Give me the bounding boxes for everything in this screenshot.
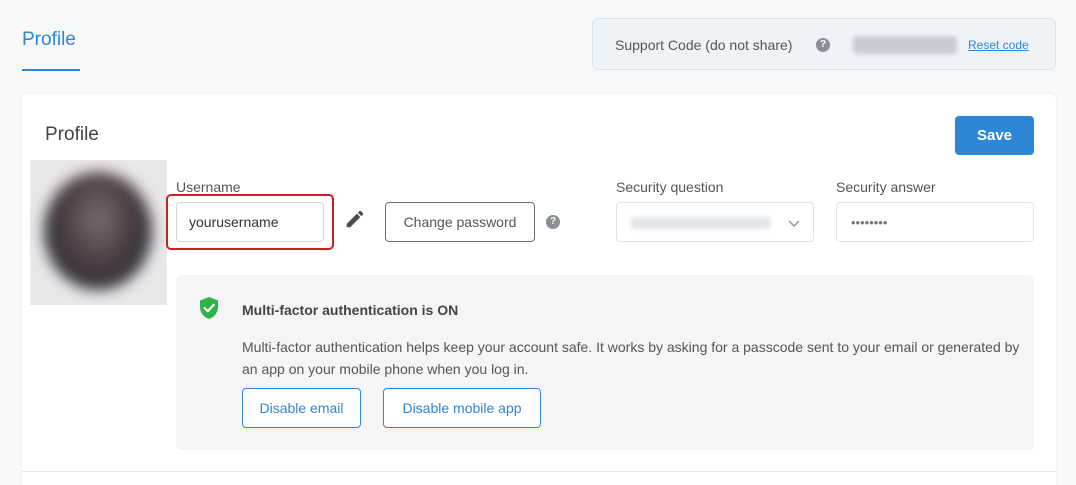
security-question-label: Security question [616,179,724,195]
support-code-panel: Support Code (do not share) ? Reset code [592,18,1056,70]
mfa-status-title: Multi-factor authentication is ON [242,302,459,318]
disable-mobile-app-button[interactable]: Disable mobile app [383,388,541,428]
mfa-panel: Multi-factor authentication is ON Multi-… [176,275,1034,450]
username-label: Username [176,179,241,195]
shield-check-icon [200,297,218,319]
help-icon[interactable]: ? [816,38,830,52]
profile-card: Profile Save Username Change password ? … [22,94,1056,485]
mfa-description: Multi-factor authentication helps keep y… [242,339,1020,377]
help-icon[interactable]: ? [546,215,560,229]
security-answer-label: Security answer [836,179,936,195]
avatar[interactable] [30,160,167,305]
avatar-image-blurred [44,172,152,290]
save-button[interactable]: Save [955,116,1034,155]
change-password-button[interactable]: Change password [385,202,535,242]
card-title: Profile [45,124,99,145]
support-code-label: Support Code (do not share) [615,37,793,53]
security-question-select[interactable] [616,202,814,242]
chevron-down-icon [788,220,800,228]
pencil-icon[interactable] [344,208,366,230]
support-code-value-blurred [853,36,957,54]
divider [22,471,1056,472]
tab-active-underline [22,69,80,71]
reset-code-link[interactable]: Reset code [968,38,1029,52]
disable-email-button[interactable]: Disable email [242,388,361,428]
security-answer-input[interactable] [836,202,1034,242]
username-input[interactable] [176,202,324,242]
tab-profile[interactable]: Profile [22,29,76,51]
security-question-value-blurred [631,217,771,229]
